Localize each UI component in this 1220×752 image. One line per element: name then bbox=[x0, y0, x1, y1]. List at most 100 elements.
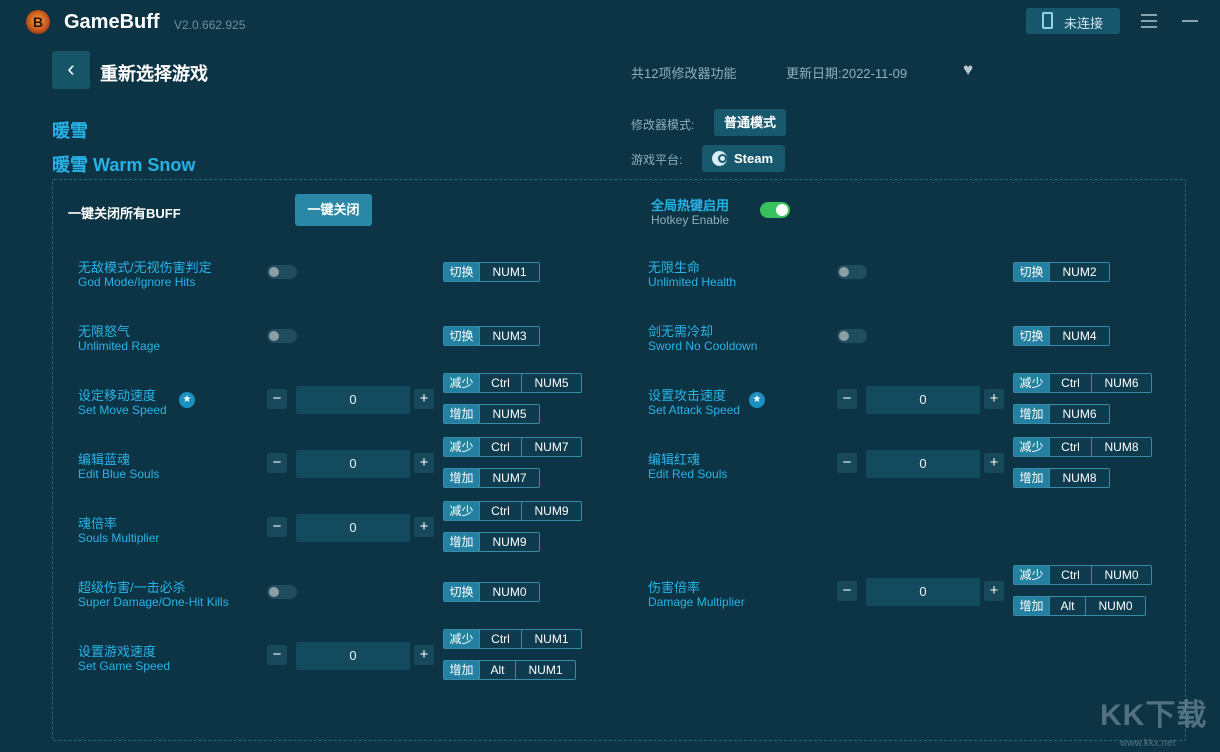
close-all-button[interactable]: 一键关闭 bbox=[295, 194, 372, 226]
hotkey-action: 增加 bbox=[444, 661, 479, 679]
hotkey-action: 切换 bbox=[444, 327, 479, 345]
hotkey-action: 减少 bbox=[1014, 438, 1049, 456]
decrease-button[interactable]: − bbox=[267, 645, 287, 665]
hotkey-modifier: Ctrl bbox=[479, 630, 521, 648]
connect-button[interactable]: 未连接 bbox=[1026, 8, 1120, 34]
value-input[interactable]: 0 bbox=[866, 578, 980, 606]
hotkey-key: NUM0 bbox=[479, 583, 539, 601]
hotkey-key: NUM1 bbox=[515, 661, 575, 679]
feature-toggle[interactable] bbox=[837, 265, 867, 279]
increase-button[interactable]: + bbox=[984, 453, 1004, 473]
hotkey-action: 减少 bbox=[444, 630, 479, 648]
value-input[interactable]: 0 bbox=[866, 450, 980, 478]
decrease-button[interactable]: − bbox=[267, 389, 287, 409]
hotkey-key: NUM8 bbox=[1049, 469, 1109, 487]
hotkey-binding[interactable]: 增加 NUM5 bbox=[443, 404, 540, 424]
hotkey-binding[interactable]: 减少 Ctrl NUM5 bbox=[443, 373, 582, 393]
feature-label-cn: 设置攻击速度 bbox=[648, 388, 727, 403]
hotkey-binding[interactable]: 增加 NUM8 bbox=[1013, 468, 1110, 488]
increase-button[interactable]: + bbox=[414, 453, 434, 473]
increase-button[interactable]: + bbox=[414, 389, 434, 409]
hotkey-binding[interactable]: 切换 NUM2 bbox=[1013, 262, 1110, 282]
hotkey-action: 增加 bbox=[444, 533, 479, 551]
platform-value: Steam bbox=[734, 151, 774, 166]
hotkey-key: NUM4 bbox=[1049, 327, 1109, 345]
hotkey-binding[interactable]: 减少 Ctrl NUM0 bbox=[1013, 565, 1152, 585]
feature-toggle[interactable] bbox=[837, 329, 867, 343]
game-title-full: 暖雪 Warm Snow bbox=[52, 155, 196, 175]
hotkey-binding[interactable]: 切换 NUM0 bbox=[443, 582, 540, 602]
increase-button[interactable]: + bbox=[984, 389, 1004, 409]
hotkey-action: 减少 bbox=[444, 502, 479, 520]
decrease-button[interactable]: − bbox=[267, 453, 287, 473]
hotkey-enable-toggle[interactable] bbox=[760, 202, 790, 218]
feature-label-en: Souls Multiplier bbox=[78, 531, 160, 545]
hotkey-binding[interactable]: 增加 Alt NUM1 bbox=[443, 660, 576, 680]
decrease-button[interactable]: − bbox=[837, 581, 857, 601]
hotkey-binding[interactable]: 增加 NUM7 bbox=[443, 468, 540, 488]
value-input[interactable]: 0 bbox=[296, 642, 410, 670]
mode-button[interactable]: 普通模式 bbox=[714, 109, 786, 136]
feature-label-cn: 编辑蓝魂 bbox=[78, 452, 131, 467]
feature-label-cn: 设定移动速度 bbox=[78, 388, 157, 403]
decrease-button[interactable]: − bbox=[267, 517, 287, 537]
value-input[interactable]: 0 bbox=[866, 386, 980, 414]
minimize-icon[interactable] bbox=[1182, 20, 1198, 22]
hotkey-action: 减少 bbox=[444, 374, 479, 392]
hotkey-binding[interactable]: 增加 Alt NUM0 bbox=[1013, 596, 1146, 616]
hotkey-key: NUM9 bbox=[479, 533, 539, 551]
increase-button[interactable]: + bbox=[414, 645, 434, 665]
value-input[interactable]: 0 bbox=[296, 514, 410, 542]
hotkey-binding[interactable]: 减少 Ctrl NUM7 bbox=[443, 437, 582, 457]
platform-steam-button[interactable]: Steam bbox=[702, 145, 785, 172]
value-input[interactable]: 0 bbox=[296, 450, 410, 478]
hotkey-binding[interactable]: 切换 NUM1 bbox=[443, 262, 540, 282]
hotkey-modifier: Ctrl bbox=[479, 374, 521, 392]
star-icon: ★ bbox=[749, 392, 765, 408]
hotkey-action: 切换 bbox=[444, 263, 479, 281]
feature-toggle[interactable] bbox=[267, 585, 297, 599]
feature-toggle[interactable] bbox=[267, 265, 297, 279]
hotkey-binding[interactable]: 切换 NUM3 bbox=[443, 326, 540, 346]
decrease-button[interactable]: − bbox=[837, 453, 857, 473]
decrease-button[interactable]: − bbox=[837, 389, 857, 409]
feature-label-en: Set Game Speed bbox=[78, 659, 171, 673]
feature-label-en: Edit Red Souls bbox=[648, 467, 728, 481]
feature-label-en: Edit Blue Souls bbox=[78, 467, 160, 481]
hotkey-binding[interactable]: 切换 NUM4 bbox=[1013, 326, 1110, 346]
hotkey-action: 减少 bbox=[1014, 374, 1049, 392]
value-input[interactable]: 0 bbox=[296, 386, 410, 414]
favorite-heart-icon[interactable]: ♥ bbox=[963, 60, 973, 80]
menu-icon[interactable] bbox=[1141, 14, 1157, 28]
feature-label-cn: 超级伤害/一击必杀 bbox=[78, 580, 186, 595]
hotkey-binding[interactable]: 增加 NUM9 bbox=[443, 532, 540, 552]
feature-label-en: Unlimited Rage bbox=[78, 339, 161, 353]
hotkey-binding[interactable]: 增加 NUM6 bbox=[1013, 404, 1110, 424]
feature-label-cn: 无限生命 bbox=[648, 260, 701, 275]
feature-label-cn: 魂倍率 bbox=[78, 516, 118, 531]
hotkey-action: 增加 bbox=[444, 405, 479, 423]
feature-label-cn: 设置游戏速度 bbox=[78, 644, 157, 659]
feature-toggle[interactable] bbox=[267, 329, 297, 343]
hotkey-action: 增加 bbox=[444, 469, 479, 487]
connect-label: 未连接 bbox=[1064, 16, 1104, 31]
hotkey-modifier: Alt bbox=[1049, 597, 1085, 615]
hotkey-binding[interactable]: 减少 Ctrl NUM1 bbox=[443, 629, 582, 649]
increase-button[interactable]: + bbox=[414, 517, 434, 537]
hotkey-key: NUM0 bbox=[1085, 597, 1145, 615]
hotkey-enable-label-cn: 全局热键启用 bbox=[651, 198, 730, 213]
hotkey-key: NUM7 bbox=[521, 438, 581, 456]
back-label: 重新选择游戏 bbox=[100, 64, 208, 84]
feature-label-en: God Mode/Ignore Hits bbox=[78, 275, 196, 289]
hotkey-modifier: Alt bbox=[479, 661, 515, 679]
increase-button[interactable]: + bbox=[984, 581, 1004, 601]
feature-label-cn: 剑无需冷却 bbox=[648, 324, 714, 339]
back-button[interactable]: ‹ bbox=[52, 51, 90, 89]
hotkey-binding[interactable]: 减少 Ctrl NUM9 bbox=[443, 501, 582, 521]
hotkey-action: 切换 bbox=[1014, 263, 1049, 281]
hotkey-binding[interactable]: 减少 Ctrl NUM8 bbox=[1013, 437, 1152, 457]
close-all-label: 一键关闭所有BUFF bbox=[68, 206, 181, 221]
hotkey-binding[interactable]: 减少 Ctrl NUM6 bbox=[1013, 373, 1152, 393]
hotkey-modifier: Ctrl bbox=[1049, 438, 1091, 456]
hotkey-action: 增加 bbox=[1014, 405, 1049, 423]
